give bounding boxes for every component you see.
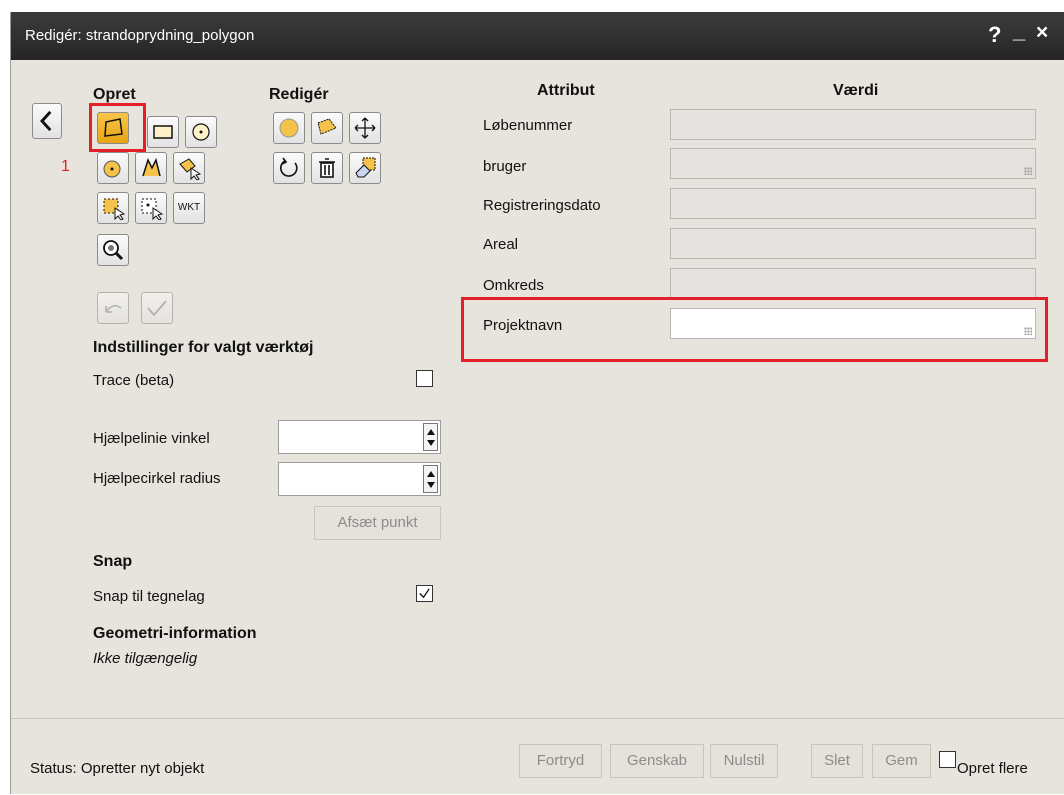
polygon-cursor-icon: [179, 158, 201, 180]
delete-button[interactable]: Slet: [811, 744, 863, 778]
circle-edit-icon: [279, 118, 299, 138]
geometry-value: Ikke tilgængelig: [93, 650, 198, 667]
status-bar: Status: Opretter nyt objekt Fortryd Gens…: [11, 718, 1064, 795]
move-icon: [354, 117, 376, 139]
edit-header: Redigér: [269, 86, 329, 103]
eraser-icon: [355, 157, 376, 178]
snap-checkbox[interactable]: [416, 585, 433, 602]
attr-label-projektnavn: Projektnavn: [483, 317, 563, 334]
minimize-button[interactable]: _: [1013, 18, 1025, 44]
create-header: Opret: [93, 86, 136, 103]
freehand-icon: [142, 157, 161, 177]
undo-icon: [105, 304, 122, 313]
attr-value-registreringsdato[interactable]: [670, 188, 1036, 219]
erase-tool[interactable]: [349, 152, 381, 184]
create-more-label: Opret flere: [957, 760, 1028, 777]
reset-button[interactable]: Nulstil: [710, 744, 778, 778]
step-marker: 1: [61, 158, 70, 175]
radius-label: Hjælpecirkel radius: [93, 470, 221, 487]
attribute-column-header: Attribut: [537, 82, 595, 99]
circle-icon: [192, 123, 210, 141]
settings-header: Indstillinger for valgt værktøj: [93, 339, 314, 356]
trace-label: Trace (beta): [93, 372, 175, 389]
attr-label-areal: Areal: [483, 236, 519, 253]
attr-label-registreringsdato: Registreringsdato: [483, 197, 601, 214]
attr-value-areal[interactable]: [670, 228, 1036, 259]
spinner-arrows[interactable]: [423, 423, 438, 451]
snap-label: Snap til tegnelag: [93, 588, 205, 605]
dotted-polygon-icon: [103, 198, 125, 220]
confirm-button[interactable]: [141, 292, 173, 324]
draw-freehand-tool[interactable]: [135, 152, 167, 184]
value-column-header: Værdi: [833, 82, 879, 99]
draw-polygon-tool[interactable]: [97, 112, 129, 144]
set-point-button[interactable]: Afsæt punkt: [314, 506, 441, 540]
trace-checkbox[interactable]: [416, 370, 433, 387]
status-text: Status: Opretter nyt objekt: [30, 760, 205, 777]
move-tool[interactable]: [349, 112, 381, 144]
create-more-checkbox[interactable]: [939, 751, 956, 768]
redo-button[interactable]: Genskab: [610, 744, 704, 778]
attr-label-bruger: bruger: [483, 158, 527, 175]
close-button[interactable]: ×: [1036, 21, 1048, 45]
select-points-tool[interactable]: [135, 192, 167, 224]
draw-ellipse-tool[interactable]: [97, 152, 129, 184]
rotate-icon: [280, 157, 298, 177]
trash-icon: [319, 158, 335, 178]
undo-button[interactable]: Fortryd: [519, 744, 602, 778]
snap-header: Snap: [93, 553, 133, 570]
resize-grip-icon[interactable]: [1024, 167, 1032, 175]
undo-step-button[interactable]: [97, 292, 129, 324]
select-polygon-tool[interactable]: [173, 152, 205, 184]
rectangle-icon: [153, 125, 173, 139]
draw-circle-tool[interactable]: [185, 116, 217, 148]
back-button[interactable]: [32, 103, 62, 139]
select-dotted-polygon-tool[interactable]: [97, 192, 129, 224]
attr-value-bruger[interactable]: [670, 148, 1036, 179]
spinner-arrows[interactable]: [423, 465, 438, 493]
checkmark-icon: [419, 588, 430, 599]
attr-label-lobenummer: Løbenummer: [483, 117, 573, 134]
points-select-icon: [141, 198, 163, 220]
attr-value-projektnavn[interactable]: [670, 308, 1036, 339]
zoom-icon: [103, 240, 124, 261]
edit-vertices-tool[interactable]: [311, 112, 343, 144]
title-bar[interactable]: Redigér: strandoprydning_polygon ? _ ×: [11, 12, 1064, 60]
angle-spinner[interactable]: [278, 420, 441, 454]
geometry-header: Geometri-information: [93, 625, 257, 642]
delete-tool[interactable]: [311, 152, 343, 184]
polygon-icon: [104, 118, 123, 137]
rotate-tool[interactable]: [273, 152, 305, 184]
edit-dialog: Redigér: strandoprydning_polygon ? _ × O…: [10, 12, 1064, 794]
draw-rectangle-tool[interactable]: [147, 116, 179, 148]
wkt-tool[interactable]: WKT: [173, 192, 205, 224]
ellipse-icon: [103, 160, 121, 178]
window-title: Redigér: strandoprydning_polygon: [25, 27, 255, 44]
angle-label: Hjælpelinie vinkel: [93, 430, 210, 447]
save-button[interactable]: Gem: [872, 744, 931, 778]
radius-spinner[interactable]: [278, 462, 441, 496]
attr-value-lobenummer[interactable]: [670, 109, 1036, 140]
resize-grip-icon[interactable]: [1024, 327, 1032, 335]
help-icon[interactable]: ?: [988, 22, 1001, 48]
attr-value-omkreds[interactable]: [670, 268, 1036, 299]
check-icon: [147, 300, 167, 317]
zoom-to-tool[interactable]: [97, 234, 129, 266]
attr-label-omkreds: Omkreds: [483, 277, 544, 294]
edit-vertices-icon: [317, 118, 337, 135]
chevron-left-icon: [40, 110, 52, 132]
edit-circle-tool[interactable]: [273, 112, 305, 144]
